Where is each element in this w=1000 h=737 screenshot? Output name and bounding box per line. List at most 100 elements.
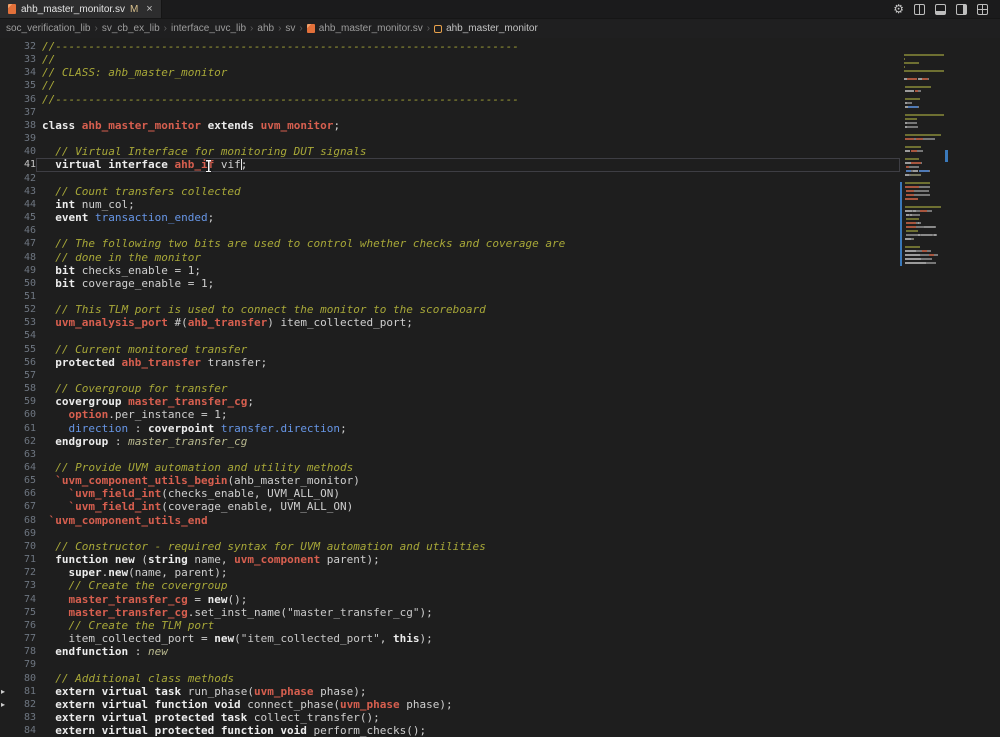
code-line[interactable]: 56 protected ahb_transfer transfer; <box>0 356 900 369</box>
code-line[interactable]: 49 bit checks_enable = 1; <box>0 264 900 277</box>
code-line[interactable]: 34// CLASS: ahb_master_monitor <box>0 66 900 79</box>
minimap-line <box>904 118 944 120</box>
code-line[interactable]: 63 <box>0 448 900 461</box>
code-line[interactable]: 33// <box>0 53 900 66</box>
code-line[interactable]: 65 `uvm_component_utils_begin(ahb_master… <box>0 474 900 487</box>
toggle-secondary-sidebar-icon[interactable] <box>956 4 967 15</box>
breadcrumb-item[interactable]: soc_verification_lib <box>6 23 91 34</box>
code-line[interactable]: 73 // Create the covergroup <box>0 579 900 592</box>
customize-layout-icon[interactable] <box>977 4 988 15</box>
line-number: 73 <box>0 579 36 592</box>
line-number: 78 <box>0 645 36 658</box>
close-tab-icon[interactable]: × <box>146 3 152 15</box>
code-line[interactable]: 40 // Virtual Interface for monitoring D… <box>0 145 900 158</box>
code-line[interactable]: 79 <box>0 658 900 671</box>
code-line[interactable]: 57 <box>0 369 900 382</box>
code-line[interactable]: 77 item_collected_port = new("item_colle… <box>0 632 900 645</box>
minimap-line <box>904 110 944 112</box>
code-line[interactable]: 39 <box>0 132 900 145</box>
minimap-line <box>904 162 944 164</box>
code-line[interactable]: 43 // Count transfers collected <box>0 185 900 198</box>
gutter-marker-icon[interactable]: ▸ <box>1 698 5 711</box>
breadcrumb-item[interactable]: sv_cb_ex_lib <box>102 23 160 34</box>
minimap-line <box>904 98 944 100</box>
code-line[interactable]: 59 covergroup master_transfer_cg; <box>0 395 900 408</box>
code-line[interactable]: 84 extern virtual protected function voi… <box>0 724 900 737</box>
code-line[interactable]: 38class ahb_master_monitor extends uvm_m… <box>0 119 900 132</box>
code-line[interactable]: 45 event transaction_ended; <box>0 211 900 224</box>
line-number: 54 <box>0 329 36 342</box>
code-line-content: // CLASS: ahb_master_monitor <box>36 66 900 79</box>
code-line[interactable]: 70 // Constructor - required syntax for … <box>0 540 900 553</box>
breadcrumb-symbol[interactable]: ahb_master_monitor <box>446 23 538 34</box>
line-number: 42 <box>0 172 36 185</box>
code-line[interactable]: 58 // Covergroup for transfer <box>0 382 900 395</box>
code-line[interactable]: 80 // Additional class methods <box>0 672 900 685</box>
code-line[interactable]: 35// <box>0 79 900 92</box>
code-line-content: // This TLM port is used to connect the … <box>36 303 900 316</box>
code-line[interactable]: 37 <box>0 106 900 119</box>
code-line-content: endgroup : master_transfer_cg <box>36 435 900 448</box>
line-number: 45 <box>0 211 36 224</box>
code-line[interactable]: 75 master_transfer_cg.set_inst_name("mas… <box>0 606 900 619</box>
code-line[interactable]: 78 endfunction : new <box>0 645 900 658</box>
code-line[interactable]: 81 extern virtual task run_phase(uvm_pha… <box>0 685 900 698</box>
code-line[interactable]: 44 int num_col; <box>0 198 900 211</box>
code-line[interactable]: 82 extern virtual function void connect_… <box>0 698 900 711</box>
code-line[interactable]: 72 super.new(name, parent); <box>0 566 900 579</box>
code-editor[interactable]: 32//------------------------------------… <box>0 38 1000 736</box>
code-line[interactable]: 32//------------------------------------… <box>0 40 900 53</box>
sv-file-icon <box>8 4 16 14</box>
gutter-marker-icon[interactable]: ▸ <box>1 685 5 698</box>
settings-gear-icon[interactable]: ⚙ <box>893 3 904 15</box>
code-line[interactable]: 69 <box>0 527 900 540</box>
line-number: 32 <box>0 40 36 53</box>
code-line[interactable]: 61 direction : coverpoint transfer.direc… <box>0 422 900 435</box>
breadcrumb-item[interactable]: interface_uvc_lib <box>171 23 246 34</box>
code-line[interactable]: 74 master_transfer_cg = new(); <box>0 593 900 606</box>
tab-ahb-master-monitor[interactable]: ahb_master_monitor.sv M × <box>0 0 162 18</box>
code-line[interactable]: 71 function new (string name, uvm_compon… <box>0 553 900 566</box>
code-line[interactable]: 66 `uvm_field_int(checks_enable, UVM_ALL… <box>0 487 900 500</box>
code-line[interactable]: 36//------------------------------------… <box>0 93 900 106</box>
code-line-content <box>36 224 900 237</box>
breadcrumb-file[interactable]: ahb_master_monitor.sv <box>319 23 423 34</box>
code-line[interactable]: 51 <box>0 290 900 303</box>
code-line[interactable]: 62 endgroup : master_transfer_cg <box>0 435 900 448</box>
editor-actions: ⚙ <box>893 0 1000 18</box>
breadcrumb-item[interactable]: sv <box>285 23 295 34</box>
code-line-content: extern virtual task run_phase(uvm_phase … <box>36 685 900 698</box>
modified-badge: M <box>130 4 138 15</box>
line-number: 83 <box>0 711 36 724</box>
code-line[interactable]: 41 virtual interface ahb_if vif; <box>0 158 900 171</box>
code-line[interactable]: 60 option.per_instance = 1; <box>0 408 900 421</box>
code-line[interactable]: 68 `uvm_component_utils_end <box>0 514 900 527</box>
code-line-content <box>36 658 900 671</box>
code-line[interactable]: 48 // done in the monitor <box>0 251 900 264</box>
minimap-line <box>904 86 944 88</box>
line-number: 52 <box>0 303 36 316</box>
line-number: 47 <box>0 237 36 250</box>
code-line[interactable]: 64 // Provide UVM automation and utility… <box>0 461 900 474</box>
code-line[interactable]: 47 // The following two bits are used to… <box>0 237 900 250</box>
minimap-line <box>904 254 944 256</box>
line-number: 34 <box>0 66 36 79</box>
breadcrumb-item[interactable]: ahb <box>257 23 274 34</box>
code-line[interactable]: 42 <box>0 172 900 185</box>
minimap-line <box>904 230 944 232</box>
code-line[interactable]: 55 // Current monitored transfer <box>0 343 900 356</box>
code-line[interactable]: 50 bit coverage_enable = 1; <box>0 277 900 290</box>
code-line[interactable]: 46 <box>0 224 900 237</box>
code-line[interactable]: 52 // This TLM port is used to connect t… <box>0 303 900 316</box>
code-line[interactable]: 76 // Create the TLM port <box>0 619 900 632</box>
code-line[interactable]: 53 uvm_analysis_port #(ahb_transfer) ite… <box>0 316 900 329</box>
code-line-content: extern virtual function void connect_pha… <box>36 698 900 711</box>
code-line[interactable]: 54 <box>0 329 900 342</box>
toggle-panel-icon[interactable] <box>935 4 946 15</box>
code-line[interactable]: 83 extern virtual protected task collect… <box>0 711 900 724</box>
minimap[interactable] <box>900 40 944 736</box>
split-editor-icon[interactable] <box>914 4 925 15</box>
minimap-line <box>904 182 944 184</box>
code-line[interactable]: 67 `uvm_field_int(coverage_enable, UVM_A… <box>0 500 900 513</box>
minimap-line <box>904 126 944 128</box>
